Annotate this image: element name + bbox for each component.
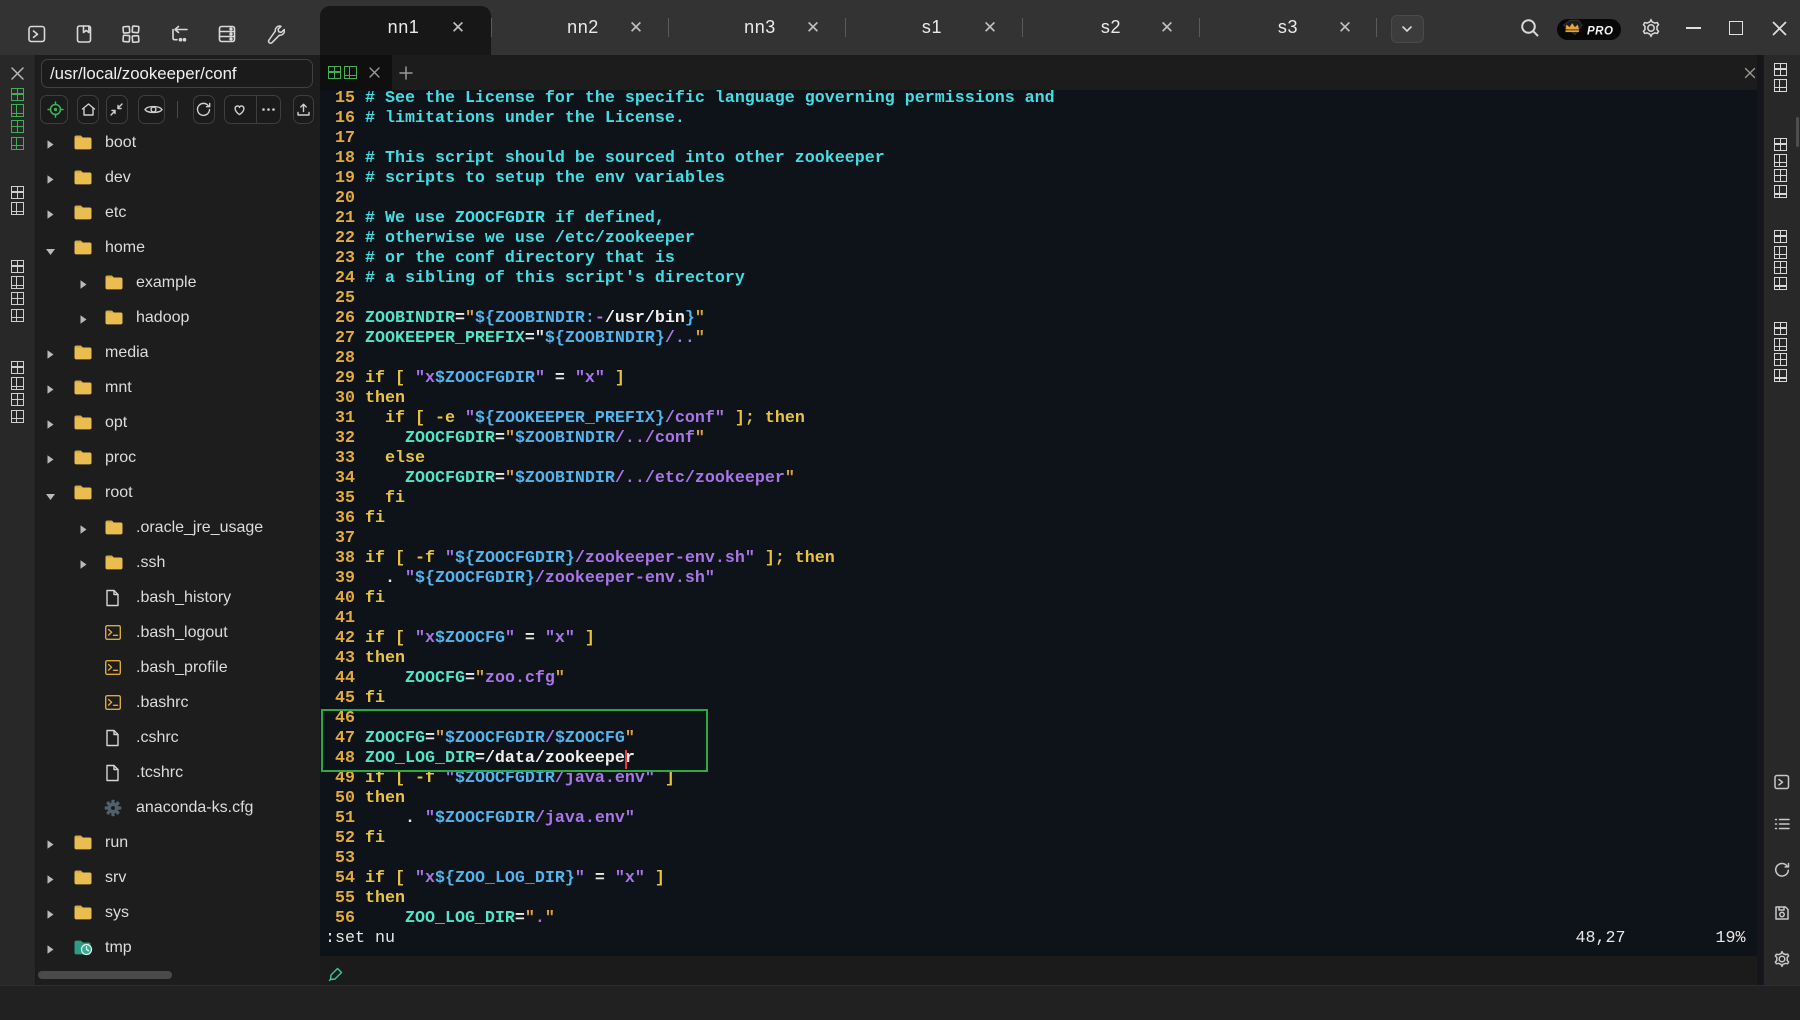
svg-text:PRO: PRO — [1587, 26, 1613, 38]
